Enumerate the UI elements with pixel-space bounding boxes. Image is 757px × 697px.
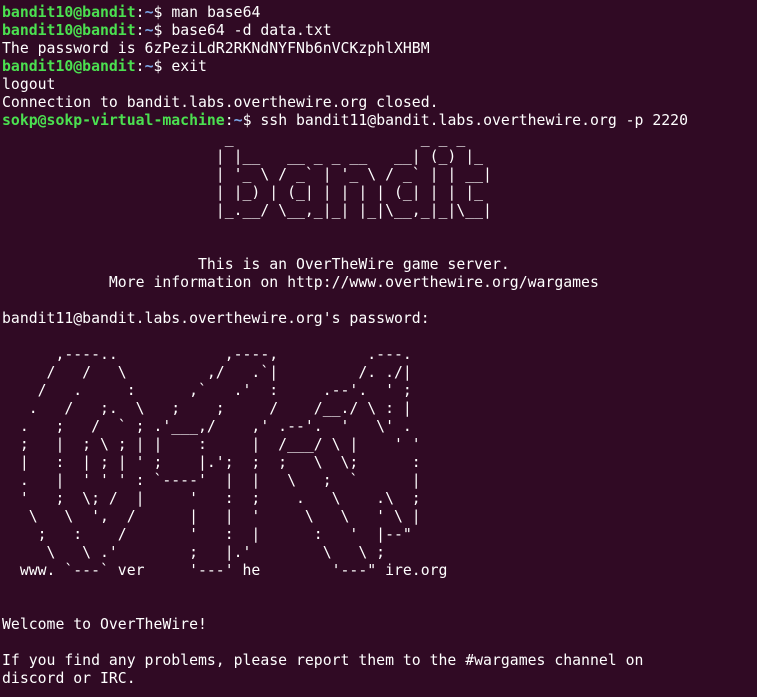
ascii-art-line: . ; / ` ; .'___,/ ,' .--'. ' \' . [2, 418, 757, 436]
ascii-art-line: | |_) | (_| | | | | (_| | | |_ [2, 184, 757, 202]
output-line: Connection to bandit.labs.overthewire.or… [2, 94, 757, 112]
ascii-art-text: ; : / ' : | : ' |--" [2, 526, 412, 543]
prompt-separator: : [135, 22, 145, 39]
prompt-path: ~ [233, 112, 243, 129]
prompt-user-host: sokp@sokp-virtual-machine [2, 112, 225, 129]
ascii-art-text: | '_ \ / _` | '_ \ / _` | | __| [2, 166, 492, 183]
ascii-art-line: \ \ ', / | | ' \ \ ' \ | [2, 508, 757, 526]
ascii-art-line: \ \ .' ; |.' \ \ ; [2, 544, 757, 562]
prompt-line: sokp@sokp-virtual-machine:~$ ssh bandit1… [2, 112, 757, 130]
ascii-art-text: / . : ,` .' : .--'. ' ; [2, 382, 412, 399]
ascii-art-line: ; | ; \ ; | | : | /___/ \ | ' ' [2, 436, 757, 454]
ascii-art-text: | |_) | (_| | | | | (_| | | |_ [2, 184, 484, 201]
ascii-art-line: ; : / ' : | : ' |--" [2, 526, 757, 544]
prompt-separator: : [135, 58, 145, 75]
ascii-art-line: | : | ; | ' ; |.'; ; ; \ \; : [2, 454, 757, 472]
output-line: bandit11@bandit.labs.overthewire.org's p… [2, 310, 757, 328]
prompt-sigil: $ [242, 112, 261, 129]
output-line: If you find any problems, please report … [2, 652, 757, 670]
ascii-art-text: _ _ _ _ [2, 130, 466, 147]
output-line: This is an OverTheWire game server. [2, 256, 757, 274]
ascii-art-text: ' ; \; / | ' : ; . \ .\ ; [2, 490, 421, 507]
ascii-art-line: ,----.. ,----, .---. [2, 346, 757, 364]
ascii-art-text: | |__ __ _ _ __ __| (_) |_ [2, 148, 484, 165]
prompt-line: bandit10@bandit:~$ base64 -d data.txt [2, 22, 757, 40]
ascii-art-text: . / ;. \ ; ; / /__./ \ : | [2, 400, 412, 417]
prompt-sigil: $ [153, 58, 172, 75]
ascii-art-text: |_.__/ \__,_|_| |_|\__,_|_|\__| [2, 202, 492, 219]
ascii-art-line: / / \ ,/ .`| /. ./| [2, 364, 757, 382]
prompt-separator: : [135, 4, 145, 21]
command-text: exit [171, 58, 207, 75]
output-text: logout [2, 76, 56, 93]
ascii-art-line: _ _ _ _ [2, 130, 757, 148]
output-line: Welcome to OverTheWire! [2, 616, 757, 634]
terminal-window[interactable]: bandit10@bandit:~$ man base64 bandit10@ba… [0, 0, 757, 697]
ascii-art-line: . | ' ' ' : `----' | | \ ; ` | [2, 472, 757, 490]
ascii-art-text: \ \ .' ; |.' \ \ ; [2, 544, 386, 561]
ascii-art-text: / / \ ,/ .`| /. ./| [2, 364, 412, 381]
ascii-art-text: www. `---` ver '---' he '---" ire.org [2, 562, 448, 579]
ascii-art-line: / . : ,` .' : .--'. ' ; [2, 382, 757, 400]
command-text: base64 -d data.txt [171, 22, 332, 39]
output-text: discord or IRC. [2, 670, 136, 687]
command-text: ssh bandit11@bandit.labs.overthewire.org… [260, 112, 688, 129]
output-line: discord or IRC. [2, 670, 757, 688]
ascii-art-text: ; | ; \ ; | | : | /___/ \ | ' ' [2, 436, 421, 453]
ascii-art-line: ' ; \; / | ' : ; . \ .\ ; [2, 490, 757, 508]
prompt-sigil: $ [153, 4, 172, 21]
ascii-art-text: \ \ ', / | | ' \ \ ' \ | [2, 508, 421, 525]
prompt-user-host: bandit10@bandit [2, 58, 136, 75]
prompt-separator: : [224, 112, 234, 129]
prompt-line: bandit10@bandit:~$ man base64 [2, 4, 757, 22]
ascii-art-line: www. `---` ver '---' he '---" ire.org [2, 562, 757, 580]
ascii-art-text: . ; / ` ; .'___,/ ,' .--'. ' \' . [2, 418, 412, 435]
output-text: The password is 6zPeziLdR2RKNdNYFNb6nVCK… [2, 40, 430, 57]
output-text: bandit11@bandit.labs.overthewire.org's p… [2, 310, 430, 327]
ascii-art-text: | : | ; | ' ; |.'; ; ; \ \; : [2, 454, 421, 471]
output-text: If you find any problems, please report … [2, 652, 644, 669]
output-line: More information on http://www.overthewi… [2, 274, 757, 292]
prompt-sigil: $ [153, 22, 172, 39]
prompt-user-host: bandit10@bandit [2, 22, 136, 39]
ascii-art-text: . | ' ' ' : `----' | | \ ; ` | [2, 472, 421, 489]
command-text: man base64 [171, 4, 261, 21]
output-text: This is an OverTheWire game server. [2, 256, 510, 273]
ascii-art-line: . / ;. \ ; ; / /__./ \ : | [2, 400, 757, 418]
ascii-art-line: | '_ \ / _` | '_ \ / _` | | __| [2, 166, 757, 184]
output-text: More information on http://www.overthewi… [2, 274, 599, 291]
output-text: Connection to bandit.labs.overthewire.or… [2, 94, 439, 111]
ascii-art-line: | |__ __ _ _ __ __| (_) |_ [2, 148, 757, 166]
output-line: logout [2, 76, 757, 94]
output-line: The password is 6zPeziLdR2RKNdNYFNb6nVCK… [2, 40, 757, 58]
ascii-art-line: |_.__/ \__,_|_| |_|\__,_|_|\__| [2, 202, 757, 220]
output-text: Welcome to OverTheWire! [2, 616, 207, 633]
prompt-user-host: bandit10@bandit [2, 4, 136, 21]
ascii-art-text: ,----.. ,----, .---. [2, 346, 412, 363]
prompt-line: bandit10@bandit:~$ exit [2, 58, 757, 76]
